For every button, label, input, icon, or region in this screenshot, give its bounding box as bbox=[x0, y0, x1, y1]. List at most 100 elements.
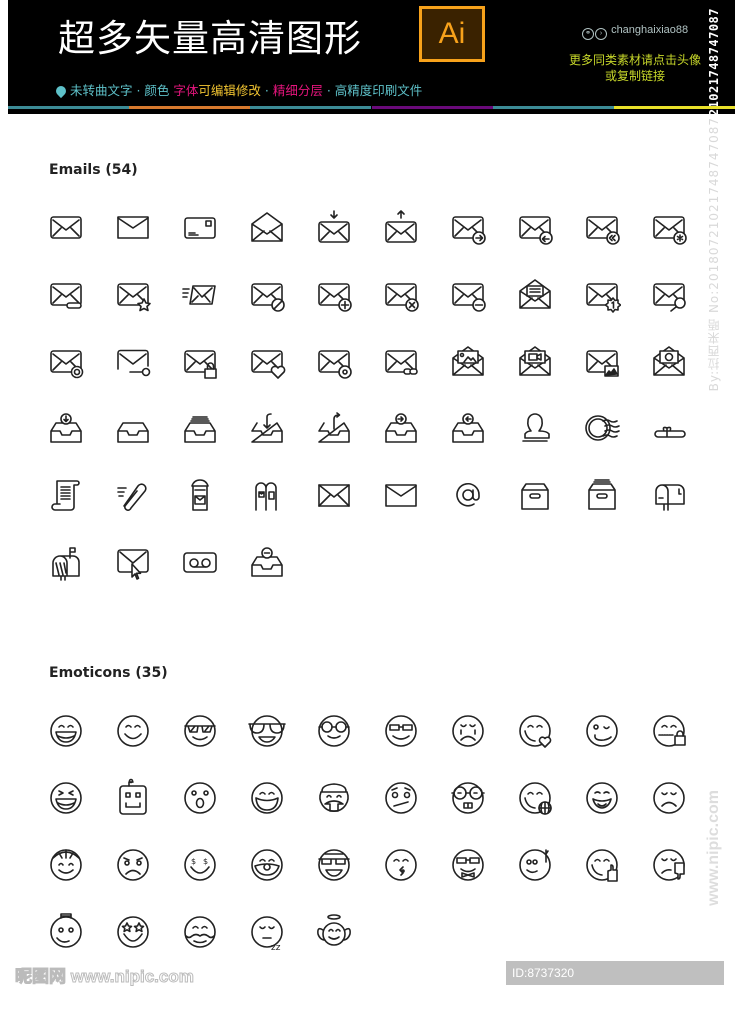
location-pin-icon bbox=[53, 83, 69, 99]
mail-settings-icon bbox=[44, 339, 88, 383]
feature-text: · bbox=[260, 83, 273, 98]
bow-tie-nerd-icon bbox=[446, 842, 490, 886]
illustrator-logo: Ai bbox=[419, 6, 485, 62]
emails-section-title: Emails (54) bbox=[49, 162, 138, 178]
nipic-logo-watermark: 昵图网 www.nipic.com bbox=[15, 967, 195, 987]
round-glasses-icon bbox=[312, 708, 356, 752]
svg-text:zz: zz bbox=[271, 943, 281, 950]
mail-reply-all-icon bbox=[580, 205, 624, 249]
angel-icon bbox=[312, 909, 356, 953]
mail-image-icon bbox=[580, 339, 624, 383]
svg-text:$: $ bbox=[191, 857, 196, 866]
star-eyes-icon bbox=[111, 909, 155, 953]
scroll-ribbon-icon bbox=[647, 406, 691, 450]
stamp-icon bbox=[513, 406, 557, 450]
emoticons-section-title: Emoticons (35) bbox=[49, 665, 168, 681]
scroll-letter-icon bbox=[44, 473, 88, 517]
zipped-mouth-icon bbox=[647, 708, 691, 752]
stripe-segment bbox=[250, 106, 372, 109]
promo-text: 更多同类素材请点击头像 或复制链接 bbox=[560, 52, 710, 84]
author-link[interactable]: ⚭ › changhaixiao88 bbox=[582, 24, 688, 40]
postmark-icon bbox=[580, 406, 624, 450]
crying-icon bbox=[446, 708, 490, 752]
mail-key-icon bbox=[111, 339, 155, 383]
mail-forward-icon bbox=[446, 205, 490, 249]
mail-starred-icon bbox=[647, 205, 691, 249]
promo-line-2: 或复制链接 bbox=[604, 69, 665, 83]
squinting-laugh-icon bbox=[44, 775, 88, 819]
inbox-empty-icon bbox=[111, 406, 155, 450]
mail-favorite-icon bbox=[111, 272, 155, 316]
angry-icon bbox=[111, 842, 155, 886]
mail-download-icon bbox=[312, 205, 356, 249]
footer-id-watermark: ID:8737320 NO:20180721021748747087 bbox=[506, 961, 724, 1004]
feature-text: 高精度印刷文件 bbox=[334, 83, 423, 98]
winking-icon bbox=[580, 708, 624, 752]
officer-mustache-icon bbox=[312, 775, 356, 819]
smiling-icon bbox=[111, 708, 155, 752]
inbox-reply-icon bbox=[446, 406, 490, 450]
envelope-open-icon bbox=[245, 205, 289, 249]
cool-grin-icon bbox=[312, 842, 356, 886]
mail-at-icon bbox=[312, 339, 356, 383]
archive-box-icon bbox=[513, 473, 557, 517]
mail-attachment-icon bbox=[44, 272, 88, 316]
mail-search-icon bbox=[647, 272, 691, 316]
rocker-icon bbox=[513, 842, 557, 886]
sunglasses-cool-icon bbox=[178, 708, 222, 752]
feature-text: 精细分层 bbox=[272, 83, 323, 98]
whistling-icon bbox=[379, 842, 423, 886]
author-name: changhaixiao88 bbox=[611, 24, 689, 36]
mail-send-fast-icon bbox=[178, 272, 222, 316]
envelope-cross-icon bbox=[312, 473, 356, 517]
clown-icon bbox=[245, 842, 289, 886]
mail-add-icon bbox=[312, 272, 356, 316]
banner-title: 超多矢量高清图形 bbox=[58, 17, 362, 60]
mail-open-letter-icon bbox=[513, 272, 557, 316]
mail-blocked-icon bbox=[245, 272, 289, 316]
mail-notification-icon bbox=[580, 272, 624, 316]
mail-love-icon bbox=[245, 339, 289, 383]
stripe-segment bbox=[8, 106, 130, 109]
at-sign-icon bbox=[446, 473, 490, 517]
mustache-icon bbox=[178, 909, 222, 953]
mail-delete-icon bbox=[379, 272, 423, 316]
big-grin-icon bbox=[245, 775, 289, 819]
inbox-download-icon bbox=[44, 406, 88, 450]
post-box-icon bbox=[178, 473, 222, 517]
world-smile-icon bbox=[513, 775, 557, 819]
emails-icon-grid bbox=[44, 205, 714, 584]
envelope-icon bbox=[44, 205, 88, 249]
feature-text: · bbox=[132, 83, 145, 98]
envelope-plain-icon bbox=[379, 473, 423, 517]
mail-cursor-icon bbox=[111, 540, 155, 584]
sleeping-icon: zz bbox=[245, 909, 289, 953]
surprised-icon bbox=[178, 775, 222, 819]
nerd-glasses-icon bbox=[379, 708, 423, 752]
ai-logo-text: Ai bbox=[438, 17, 466, 50]
stripe-segment bbox=[129, 106, 251, 109]
robot-icon bbox=[111, 775, 155, 819]
thumbs-up-icon bbox=[580, 842, 624, 886]
mailbox-icon bbox=[647, 473, 691, 517]
feature-text: · bbox=[322, 83, 335, 98]
punk-smile-icon bbox=[44, 909, 88, 953]
svg-text:$: $ bbox=[203, 857, 208, 866]
thumbs-down-icon bbox=[647, 842, 691, 886]
mail-remove-icon bbox=[446, 272, 490, 316]
mail-locked-icon bbox=[178, 339, 222, 383]
laughing-icon bbox=[44, 708, 88, 752]
emoticons-icon-grid: $ $ zz bbox=[44, 708, 714, 953]
inbox-in-icon bbox=[245, 406, 289, 450]
promo-line-1: 更多同类素材请点击头像 bbox=[568, 53, 701, 67]
feature-text: 字体 bbox=[173, 83, 199, 98]
archive-full-icon bbox=[580, 473, 624, 517]
mail-video-icon bbox=[513, 339, 557, 383]
header-banner: 超多矢量高清图形 Ai 未转曲文字 · 颜色 字体可编辑修改 · 精细分层 · … bbox=[8, 0, 735, 114]
aviator-sunglasses-icon bbox=[245, 708, 289, 752]
feature-list: 未转曲文字 · 颜色 字体可编辑修改 · 精细分层 · 高精度印刷文件 bbox=[53, 80, 423, 99]
arrow-right-icon: › bbox=[595, 28, 607, 40]
cap-smile-icon bbox=[44, 842, 88, 886]
mail-photo-icon bbox=[446, 339, 490, 383]
kiss-heart-icon bbox=[513, 708, 557, 752]
